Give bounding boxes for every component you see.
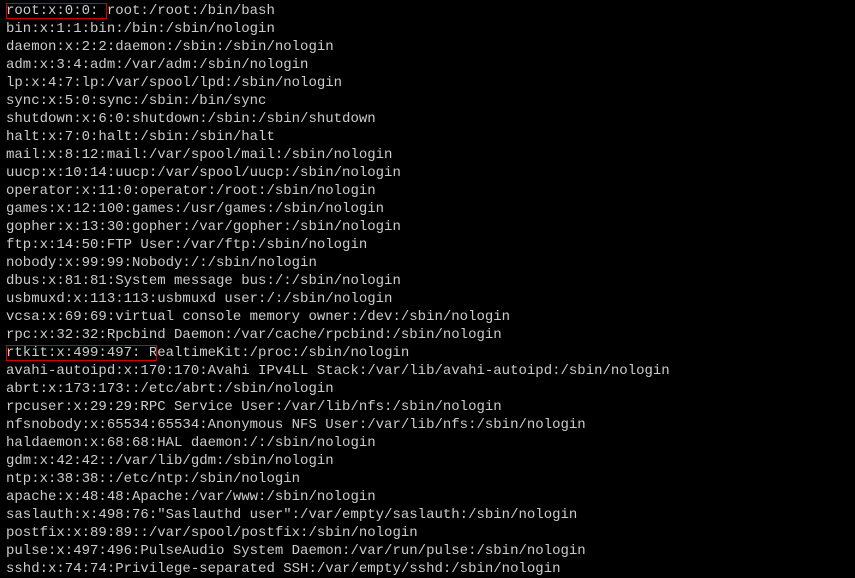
passwd-line: usbmuxd:x:113:113:usbmuxd user:/:/sbin/n…	[6, 290, 849, 308]
passwd-line: postfix:x:89:89::/var/spool/postfix:/sbi…	[6, 524, 849, 542]
passwd-line: root:x:0:0: root:/root:/bin/bash	[6, 2, 849, 20]
passwd-line: adm:x:3:4:adm:/var/adm:/sbin/nologin	[6, 56, 849, 74]
passwd-line: nfsnobody:x:65534:65534:Anonymous NFS Us…	[6, 416, 849, 434]
passwd-line: daemon:x:2:2:daemon:/sbin:/sbin/nologin	[6, 38, 849, 56]
passwd-line: sync:x:5:0:sync:/sbin:/bin/sync	[6, 92, 849, 110]
uid-gid-highlight: root:x:0:0:	[6, 3, 107, 19]
passwd-line: haldaemon:x:68:68:HAL daemon:/:/sbin/nol…	[6, 434, 849, 452]
passwd-line: pulse:x:497:496:PulseAudio System Daemon…	[6, 542, 849, 560]
passwd-line: mail:x:8:12:mail:/var/spool/mail:/sbin/n…	[6, 146, 849, 164]
passwd-line: nobody:x:99:99:Nobody:/:/sbin/nologin	[6, 254, 849, 272]
passwd-line: bin:x:1:1:bin:/bin:/sbin/nologin	[6, 20, 849, 38]
passwd-line: gdm:x:42:42::/var/lib/gdm:/sbin/nologin	[6, 452, 849, 470]
passwd-line: operator:x:11:0:operator:/root:/sbin/nol…	[6, 182, 849, 200]
passwd-line: vcsa:x:69:69:virtual console memory owne…	[6, 308, 849, 326]
passwd-line: dbus:x:81:81:System message bus:/:/sbin/…	[6, 272, 849, 290]
passwd-line: uucp:x:10:14:uucp:/var/spool/uucp:/sbin/…	[6, 164, 849, 182]
passwd-line: games:x:12:100:games:/usr/games:/sbin/no…	[6, 200, 849, 218]
passwd-line: abrt:x:173:173::/etc/abrt:/sbin/nologin	[6, 380, 849, 398]
terminal-output[interactable]: root:x:0:0: root:/root:/bin/bashbin:x:1:…	[0, 0, 855, 578]
uid-gid-highlight: rtkit:x:499:497: R	[6, 345, 157, 361]
passwd-line: ftp:x:14:50:FTP User:/var/ftp:/sbin/nolo…	[6, 236, 849, 254]
passwd-line: shutdown:x:6:0:shutdown:/sbin:/sbin/shut…	[6, 110, 849, 128]
passwd-line: rtkit:x:499:497: RealtimeKit:/proc:/sbin…	[6, 344, 849, 362]
passwd-line: avahi-autoipd:x:170:170:Avahi IPv4LL Sta…	[6, 362, 849, 380]
passwd-line: saslauth:x:498:76:"Saslauthd user":/var/…	[6, 506, 849, 524]
passwd-line: ntp:x:38:38::/etc/ntp:/sbin/nologin	[6, 470, 849, 488]
passwd-line: rpc:x:32:32:Rpcbind Daemon:/var/cache/rp…	[6, 326, 849, 344]
passwd-line: apache:x:48:48:Apache:/var/www:/sbin/nol…	[6, 488, 849, 506]
passwd-line: gopher:x:13:30:gopher:/var/gopher:/sbin/…	[6, 218, 849, 236]
passwd-line: halt:x:7:0:halt:/sbin:/sbin/halt	[6, 128, 849, 146]
passwd-line: sshd:x:74:74:Privilege-separated SSH:/va…	[6, 560, 849, 578]
passwd-line: rpcuser:x:29:29:RPC Service User:/var/li…	[6, 398, 849, 416]
passwd-line: lp:x:4:7:lp:/var/spool/lpd:/sbin/nologin	[6, 74, 849, 92]
